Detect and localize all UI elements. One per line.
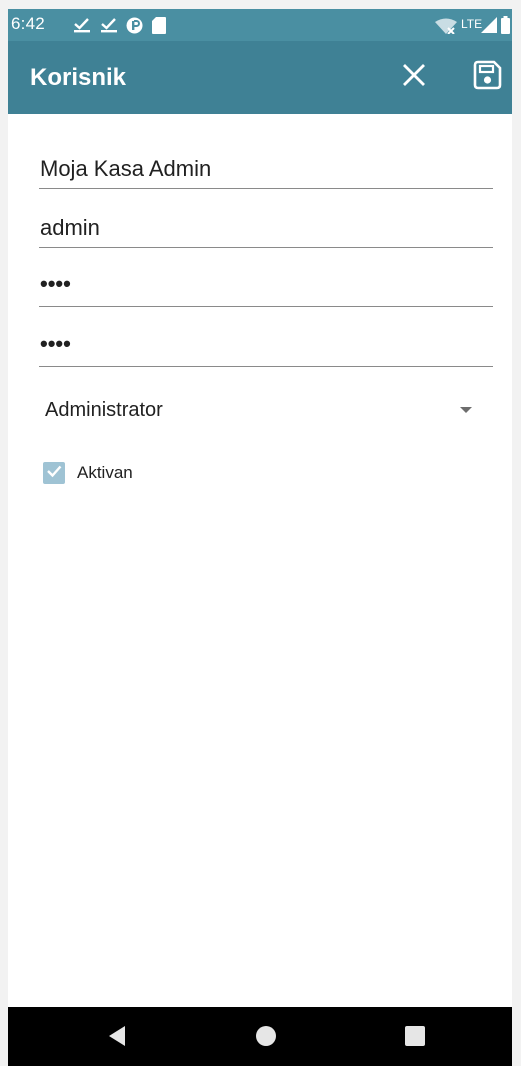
username-field[interactable]: admin [39,208,493,248]
recents-button[interactable] [397,1020,433,1056]
network-type-label: LTE [461,17,483,31]
download-done-icon [73,17,91,38]
close-button[interactable] [396,59,432,95]
recents-square-icon [405,1025,425,1051]
password-field[interactable]: •••• [39,267,493,307]
password-confirm-field[interactable]: •••• [39,327,493,367]
active-checkbox-label: Aktivan [77,463,133,482]
p-circle-icon [126,17,143,39]
wifi-off-icon [435,18,457,39]
page-title: Korisnik [30,64,127,91]
dropdown-arrow-icon [460,407,472,413]
download-done-icon [100,17,118,38]
status-time: 6:42 [11,14,45,33]
home-circle-icon [255,1025,277,1052]
active-checkbox-row[interactable]: Aktivan [43,460,133,486]
app-bar: Korisnik [8,41,512,114]
signal-icon [481,17,497,38]
role-dropdown-value: Administrator [45,399,163,421]
sd-card-icon [152,17,166,39]
role-dropdown[interactable]: Administrator [39,389,493,433]
system-nav-bar [8,1007,512,1066]
save-icon [472,60,502,95]
password-confirm-field-value: •••• [40,331,71,356]
back-button[interactable] [99,1020,135,1056]
back-triangle-icon [107,1025,127,1052]
app-screen: 6:42 LTE Korisnik Moja Kasa Admin admin … [8,9,512,1066]
name-field[interactable]: Moja Kasa Admin [39,149,493,189]
username-field-value: admin [40,215,100,240]
checkmark-icon [45,462,63,485]
close-icon [402,63,426,92]
password-field-value: •••• [40,271,71,296]
name-field-value: Moja Kasa Admin [40,156,212,181]
status-bar: 6:42 LTE [8,9,512,41]
save-button[interactable] [469,59,505,95]
home-button[interactable] [248,1020,284,1056]
battery-icon [501,16,510,39]
active-checkbox[interactable] [43,462,65,484]
